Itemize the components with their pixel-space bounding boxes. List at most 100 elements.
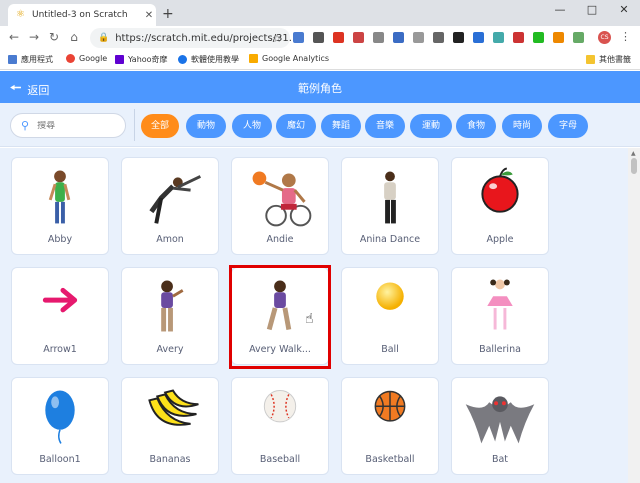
bat-sprite-icon (465, 396, 535, 444)
category-fashion[interactable]: 時尚 (502, 114, 542, 138)
bookmark-yahoo[interactable]: Yahoo奇摩 (115, 54, 168, 65)
sprite-card-basketball[interactable]: Basketball (341, 377, 439, 475)
sprite-card-balloon1[interactable]: Balloon1 (11, 377, 109, 475)
minimize-icon[interactable]: — (544, 0, 576, 22)
category-all[interactable]: 全部 (141, 114, 179, 138)
extension-icon[interactable] (373, 32, 384, 43)
browser-tab[interactable]: ⚛ Untitled-3 on Scratch ✕ (8, 4, 156, 26)
extension-icon[interactable] (573, 32, 584, 43)
bookmarks-bar: 應用程式 Google Yahoo奇摩 軟體使用教學 Google Analyt… (0, 50, 640, 70)
category-people[interactable]: 人物 (232, 114, 272, 138)
search-icon: ⚲ (21, 119, 30, 132)
reload-icon[interactable]: ↻ (46, 30, 62, 44)
sprite-card-apple[interactable]: Apple (451, 157, 549, 255)
browser-titlebar: ⚛ Untitled-3 on Scratch ✕ + — □ ✕ (0, 0, 640, 26)
bookmark-label: 其他書籤 (599, 55, 631, 64)
bookmark-label: 軟體使用教學 (191, 55, 239, 64)
baseball-sprite-icon (263, 390, 297, 423)
abby-sprite-icon (48, 170, 71, 224)
sprite-card-baseball[interactable]: Baseball (231, 377, 329, 475)
extension-icon[interactable] (313, 32, 324, 43)
sprite-card-avery[interactable]: Avery (121, 267, 219, 365)
yahoo-logo-icon (115, 55, 124, 64)
bookmark-other[interactable]: 其他書籤 (586, 54, 631, 65)
category-animals[interactable]: 動物 (186, 114, 226, 138)
ball-sprite-icon (376, 282, 404, 310)
sprite-card-ballerina[interactable]: Ballerina (451, 267, 549, 365)
bookmark-label: Google Analytics (262, 54, 330, 63)
sprite-name: Baseball (259, 454, 301, 465)
extension-icon[interactable] (413, 32, 424, 43)
category-letters[interactable]: 字母 (548, 114, 588, 138)
extension-icon[interactable] (553, 32, 564, 43)
search-input[interactable] (37, 120, 108, 131)
sprite-card-arrow1[interactable]: Arrow1 (11, 267, 109, 365)
sprite-card-amon[interactable]: Amon (121, 157, 219, 255)
extension-icon[interactable] (493, 32, 504, 43)
sprite-name: Amon (156, 234, 184, 245)
extension-icon[interactable] (333, 32, 344, 43)
bookmark-software-tutorial[interactable]: 軟體使用教學 (178, 54, 239, 65)
address-bar[interactable]: 🔒 https://scratch.mit.edu/projects/31...… (90, 28, 298, 48)
sprite-card-anina-dance[interactable]: Anina Dance (341, 157, 439, 255)
grid-scrollbar[interactable]: ▲ (628, 148, 640, 483)
category-food[interactable]: 食物 (456, 114, 496, 138)
divider (134, 109, 135, 141)
search-box[interactable]: ⚲ (10, 113, 126, 138)
sprite-name: Avery (156, 344, 184, 355)
sprite-name: Balloon1 (39, 454, 81, 465)
extension-icon[interactable] (473, 32, 484, 43)
window-close-icon[interactable]: ✕ (608, 0, 640, 22)
scroll-up-icon[interactable]: ▲ (631, 150, 636, 157)
maximize-icon[interactable]: □ (576, 0, 608, 22)
category-fantasy[interactable]: 魔幻 (276, 114, 316, 138)
profile-avatar[interactable]: CS (598, 31, 611, 44)
sprite-card-ball[interactable]: Ball (341, 267, 439, 365)
apple-sprite-icon (481, 167, 519, 213)
sprite-name: Bananas (149, 454, 191, 465)
bookmark-google[interactable]: Google (66, 54, 107, 63)
scratch-favicon-icon: ⚛ (16, 9, 25, 20)
scrollbar-thumb[interactable] (631, 158, 637, 174)
home-icon[interactable]: ⌂ (66, 30, 82, 44)
analytics-icon (249, 54, 258, 63)
url-text: https://scratch.mit.edu/projects/31... (115, 32, 299, 44)
library-header: 🠔 返回 範例角色 (0, 71, 640, 103)
browser-toolbar: ← → ↻ ⌂ 🔒 https://scratch.mit.edu/projec… (0, 26, 640, 50)
sprite-card-abby[interactable]: Abby (11, 157, 109, 255)
new-tab-button[interactable]: + (162, 6, 174, 22)
tab-close-icon[interactable]: ✕ (142, 10, 156, 21)
sprite-card-bananas[interactable]: Bananas (121, 377, 219, 475)
category-dance[interactable]: 舞蹈 (321, 114, 361, 138)
forward-arrow-icon[interactable]: → (26, 30, 42, 44)
extension-icon[interactable] (533, 32, 544, 43)
extension-icon[interactable] (513, 32, 524, 43)
more-menu-icon[interactable]: ⋮ (620, 30, 631, 43)
sprite-name: Andie (266, 234, 294, 245)
category-sports[interactable]: 運動 (410, 114, 452, 138)
extension-icon[interactable] (293, 32, 304, 43)
hand-cursor-icon: ☝ (305, 311, 314, 327)
sprite-name: Apple (486, 234, 514, 245)
google-logo-icon (66, 54, 75, 63)
bookmark-google-analytics[interactable]: Google Analytics (249, 54, 329, 63)
back-arrow-icon[interactable]: ← (6, 30, 22, 44)
extension-icon[interactable] (453, 32, 464, 43)
avery-sprite-icon (161, 280, 184, 332)
bookmark-star-icon[interactable]: ☆ (272, 32, 282, 45)
sprite-card-andie[interactable]: Andie (231, 157, 329, 255)
extension-icon[interactable] (433, 32, 444, 43)
sprite-name: Basketball (365, 454, 415, 465)
window-controls: — □ ✕ (544, 0, 640, 22)
sprite-name: Anina Dance (359, 234, 421, 245)
bookmark-label: Google (79, 54, 108, 63)
ballerina-sprite-icon (487, 279, 513, 330)
amon-sprite-icon (149, 175, 202, 224)
extension-icon[interactable] (353, 32, 364, 43)
sprite-name: Ballerina (479, 344, 521, 355)
extension-icon[interactable] (393, 32, 404, 43)
balloon-sprite-icon (45, 390, 75, 444)
sprite-card-bat[interactable]: Bat (451, 377, 549, 475)
bookmark-apps[interactable]: 應用程式 (8, 54, 53, 65)
category-music[interactable]: 音樂 (365, 114, 405, 138)
